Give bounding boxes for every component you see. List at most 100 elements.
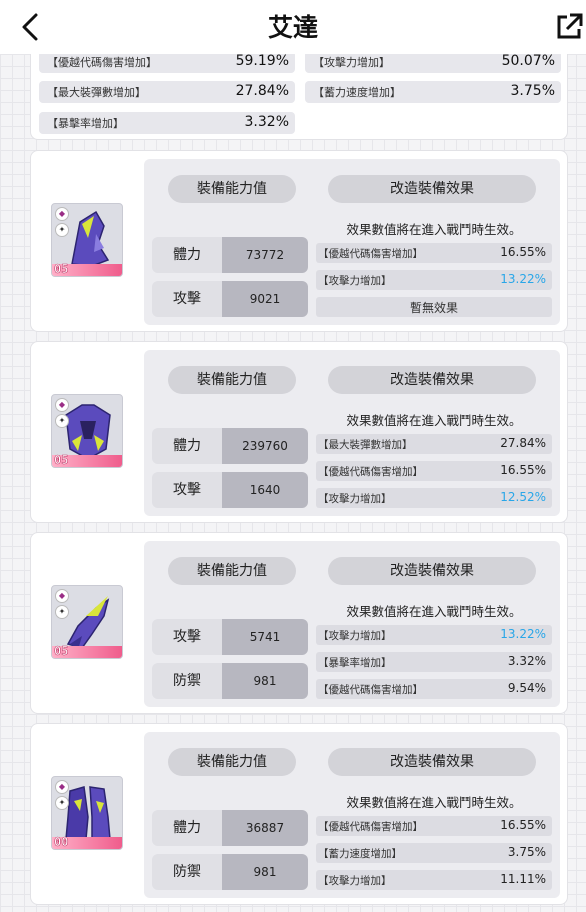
stat-value: 9021 — [222, 281, 308, 317]
page-title: 艾達 — [267, 13, 318, 42]
stat-value: 981 — [222, 854, 308, 890]
summary-label: 【攻擊力增加】 — [313, 56, 390, 69]
equipment-level: 05 — [54, 262, 69, 276]
effect-label: 【優越代碼傷害增加】 — [318, 466, 423, 478]
class-badge-icon: ✦ — [55, 796, 69, 810]
stat-row: 攻擊 9021 — [152, 281, 308, 317]
summary-label: 【最大裝彈數增加】 — [47, 86, 146, 99]
stat-key: 攻擊 — [152, 472, 222, 508]
equipment-level: 05 — [54, 453, 69, 467]
stat-value: 981 — [222, 663, 308, 699]
summary-value: 27.84% — [235, 83, 289, 99]
stat-key: 攻擊 — [152, 281, 222, 317]
share-button[interactable] — [554, 12, 584, 42]
stat-value: 36887 — [222, 810, 308, 846]
stat-row: 體力 36887 — [152, 810, 308, 846]
stats-tab[interactable]: 裝備能力值 — [168, 175, 296, 203]
effect-value: 16.55% — [500, 245, 546, 259]
manufacturer-badge-icon: ◆ — [55, 207, 69, 221]
summary-card: 【優越代碼傷害增加】 59.19% 【攻擊力增加】 50.07% 【最大裝彈數增… — [30, 44, 568, 140]
equipment-panel: 裝備能力值 改造裝備效果 體力 239760 攻擊 1640 效果數值將在進入戰… — [144, 350, 560, 516]
effect-label: 【優越代碼傷害增加】 — [318, 248, 423, 260]
summary-row: 【優越代碼傷害增加】 59.19% — [39, 51, 295, 73]
no-effect-text: 暫無效果 — [409, 301, 458, 315]
stat-row: 攻擊 5741 — [152, 619, 308, 655]
summary-row: 【最大裝彈數增加】 27.84% — [39, 81, 295, 103]
stat-row: 防禦 981 — [152, 854, 308, 890]
effect-value: 27.84% — [500, 436, 546, 450]
summary-value: 3.75% — [510, 83, 555, 99]
effect-note: 效果數值將在進入戰鬥時生效。 — [346, 604, 522, 619]
effect-row: 【優越代碼傷害增加】 16.55% — [316, 816, 552, 836]
effect-label: 【攻擊力增加】 — [318, 630, 392, 642]
equipment-card[interactable]: 05 ◆ ✦ 裝備能力值 改造裝備效果 攻擊 5741 防禦 981 效果數值將… — [30, 532, 568, 714]
effect-note: 效果數值將在進入戰鬥時生效。 — [346, 795, 522, 810]
effect-row-empty: 暫無效果 — [316, 297, 552, 317]
equipment-card[interactable]: 00 ◆ ✦ 裝備能力值 改造裝備效果 體力 36887 防禦 981 效果數值… — [30, 723, 568, 905]
stats-tab[interactable]: 裝備能力值 — [168, 557, 296, 585]
stat-key: 體力 — [152, 237, 222, 273]
effect-value: 13.22% — [500, 272, 546, 286]
equipment-panel: 裝備能力值 改造裝備效果 攻擊 5741 防禦 981 效果數值將在進入戰鬥時生… — [144, 541, 560, 707]
effect-row: 【攻擊力增加】 12.52% — [316, 488, 552, 508]
effects-tab[interactable]: 改造裝備效果 — [328, 748, 536, 776]
summary-row: 【暴擊率增加】 3.32% — [39, 112, 295, 134]
effect-label: 【暴擊率增加】 — [318, 657, 392, 669]
summary-label: 【暴擊率增加】 — [47, 117, 124, 130]
stat-row: 攻擊 1640 — [152, 472, 308, 508]
effect-label: 【蓄力速度增加】 — [318, 848, 402, 860]
summary-value: 50.07% — [501, 53, 555, 69]
stat-value: 73772 — [222, 237, 308, 273]
effect-label: 【攻擊力增加】 — [318, 875, 392, 887]
effects-tab[interactable]: 改造裝備效果 — [328, 175, 536, 203]
summary-label: 【優越代碼傷害增加】 — [47, 56, 157, 69]
effect-label: 【攻擊力增加】 — [318, 493, 392, 505]
effect-note: 效果數值將在進入戰鬥時生效。 — [346, 222, 522, 237]
effect-label: 【攻擊力增加】 — [318, 275, 392, 287]
manufacturer-badge-icon: ◆ — [55, 589, 69, 603]
summary-label: 【蓄力速度增加】 — [313, 86, 401, 99]
stat-value: 239760 — [222, 428, 308, 464]
effects-tab[interactable]: 改造裝備效果 — [328, 557, 536, 585]
effect-label: 【最大裝彈數增加】 — [318, 439, 413, 451]
summary-row: 【蓄力速度增加】 3.75% — [305, 81, 561, 103]
effect-note: 效果數值將在進入戰鬥時生效。 — [346, 413, 522, 428]
effect-row: 【優越代碼傷害增加】 16.55% — [316, 461, 552, 481]
effect-row: 【優越代碼傷害增加】 9.54% — [316, 679, 552, 699]
stats-tab[interactable]: 裝備能力值 — [168, 748, 296, 776]
stat-row: 體力 239760 — [152, 428, 308, 464]
summary-value: 3.32% — [244, 114, 289, 130]
class-badge-icon: ✦ — [55, 414, 69, 428]
class-badge-icon: ✦ — [55, 605, 69, 619]
effect-row: 【優越代碼傷害增加】 16.55% — [316, 243, 552, 263]
equipment-card[interactable]: 05 ◆ ✦ 裝備能力值 改造裝備效果 體力 73772 攻擊 9021 效果數… — [30, 150, 568, 332]
effect-value: 3.32% — [507, 654, 546, 668]
effect-row: 【攻擊力增加】 11.11% — [316, 870, 552, 890]
effect-value: 11.11% — [500, 872, 546, 886]
effect-value: 16.55% — [500, 463, 546, 477]
effect-value: 16.55% — [500, 818, 546, 832]
effect-value: 13.22% — [500, 627, 546, 641]
external-link-icon — [557, 13, 583, 39]
manufacturer-badge-icon: ◆ — [55, 780, 69, 794]
header-bar: 艾達 — [0, 0, 586, 54]
stat-key: 防禦 — [152, 854, 222, 890]
effect-value: 12.52% — [500, 490, 546, 504]
effects-tab[interactable]: 改造裝備效果 — [328, 366, 536, 394]
equipment-panel: 裝備能力值 改造裝備效果 體力 36887 防禦 981 效果數值將在進入戰鬥時… — [144, 732, 560, 898]
stat-key: 攻擊 — [152, 619, 222, 655]
stats-tab[interactable]: 裝備能力值 — [168, 366, 296, 394]
equipment-panel: 裝備能力值 改造裝備效果 體力 73772 攻擊 9021 效果數值將在進入戰鬥… — [144, 159, 560, 325]
effect-row: 【最大裝彈數增加】 27.84% — [316, 434, 552, 454]
stat-key: 防禦 — [152, 663, 222, 699]
effect-label: 【優越代碼傷害增加】 — [318, 821, 423, 833]
summary-value: 59.19% — [235, 53, 289, 69]
equipment-level: 00 — [54, 835, 69, 849]
equipment-card[interactable]: 05 ◆ ✦ 裝備能力值 改造裝備效果 體力 239760 攻擊 1640 效果… — [30, 341, 568, 523]
stat-value: 1640 — [222, 472, 308, 508]
effect-label: 【優越代碼傷害增加】 — [318, 684, 423, 696]
manufacturer-badge-icon: ◆ — [55, 398, 69, 412]
effect-value: 9.54% — [507, 681, 546, 695]
equipment-level: 05 — [54, 644, 69, 658]
effect-row: 【攻擊力增加】 13.22% — [316, 625, 552, 645]
